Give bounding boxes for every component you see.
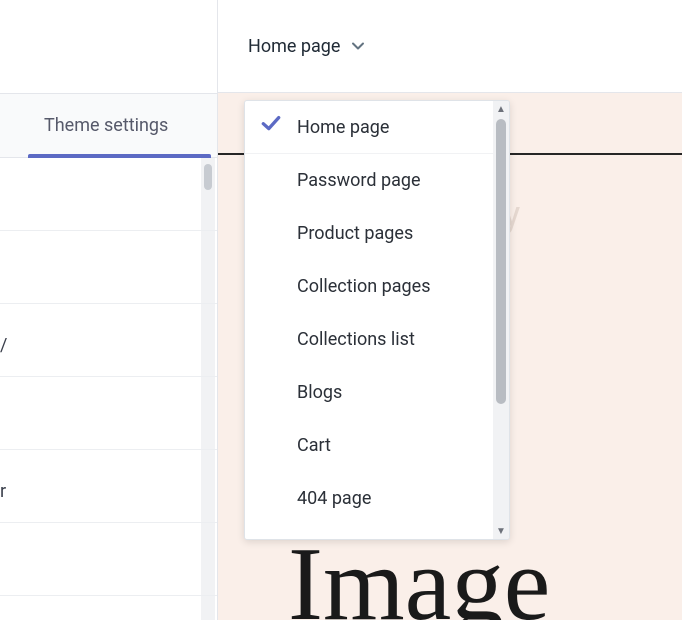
sidebar-header-blank xyxy=(0,0,217,93)
scroll-down-arrow-icon[interactable]: ▼ xyxy=(493,523,509,539)
dropdown-item-label: Collections list xyxy=(297,329,415,350)
dropdown-item[interactable]: Product pages xyxy=(245,207,493,260)
dropdown-item[interactable]: Password page xyxy=(245,154,493,207)
check-icon xyxy=(260,112,282,139)
dropdown-item-label: Home page xyxy=(297,117,389,138)
sidebar-settings-item[interactable]: / xyxy=(0,304,217,377)
tab-theme-settings[interactable]: Theme settings xyxy=(0,93,217,158)
sidebar-settings-list: / r ia xyxy=(0,158,217,620)
scroll-up-arrow-icon[interactable]: ▲ xyxy=(493,101,509,117)
sidebar-item-label-fragment: r xyxy=(0,481,6,502)
dropdown-item[interactable]: Home page xyxy=(245,101,493,154)
sidebar: Theme settings / r ia xyxy=(0,0,218,620)
sidebar-settings-item[interactable]: ia xyxy=(0,596,217,620)
sidebar-item-label-fragment: / xyxy=(0,335,7,356)
chevron-down-icon xyxy=(350,38,366,54)
page-selector-label: Home page xyxy=(248,36,340,57)
dropdown-item[interactable]: 404 page xyxy=(245,472,493,525)
sidebar-settings-item[interactable] xyxy=(0,523,217,596)
sidebar-settings-item[interactable]: r xyxy=(0,450,217,523)
dropdown-scrollbar-thumb[interactable] xyxy=(496,119,506,404)
dropdown-item-label: Product pages xyxy=(297,223,413,244)
sidebar-settings-item[interactable] xyxy=(0,158,217,231)
page-selector-dropdown: Home page Password page Product pages Colle… xyxy=(244,100,510,540)
dropdown-item-label: Password page xyxy=(297,170,421,191)
sidebar-settings-item[interactable] xyxy=(0,231,217,304)
tab-theme-settings-label: Theme settings xyxy=(0,115,168,136)
sidebar-settings-item[interactable] xyxy=(0,377,217,450)
page-selector[interactable]: Home page xyxy=(248,36,366,57)
dropdown-item[interactable]: Cart xyxy=(245,419,493,472)
dropdown-scrollbar[interactable]: ▲ ▼ xyxy=(493,101,509,539)
dropdown-item-label: Cart xyxy=(297,435,331,456)
dropdown-item[interactable]: Collections list xyxy=(245,313,493,366)
editor-topbar: Home page xyxy=(218,0,682,93)
dropdown-item-label: Collection pages xyxy=(297,276,430,297)
dropdown-item[interactable]: Blogs xyxy=(245,366,493,419)
dropdown-item-label: Blogs xyxy=(297,382,342,403)
dropdown-item[interactable]: Collection pages xyxy=(245,260,493,313)
dropdown-item-label: 404 page xyxy=(297,488,371,509)
